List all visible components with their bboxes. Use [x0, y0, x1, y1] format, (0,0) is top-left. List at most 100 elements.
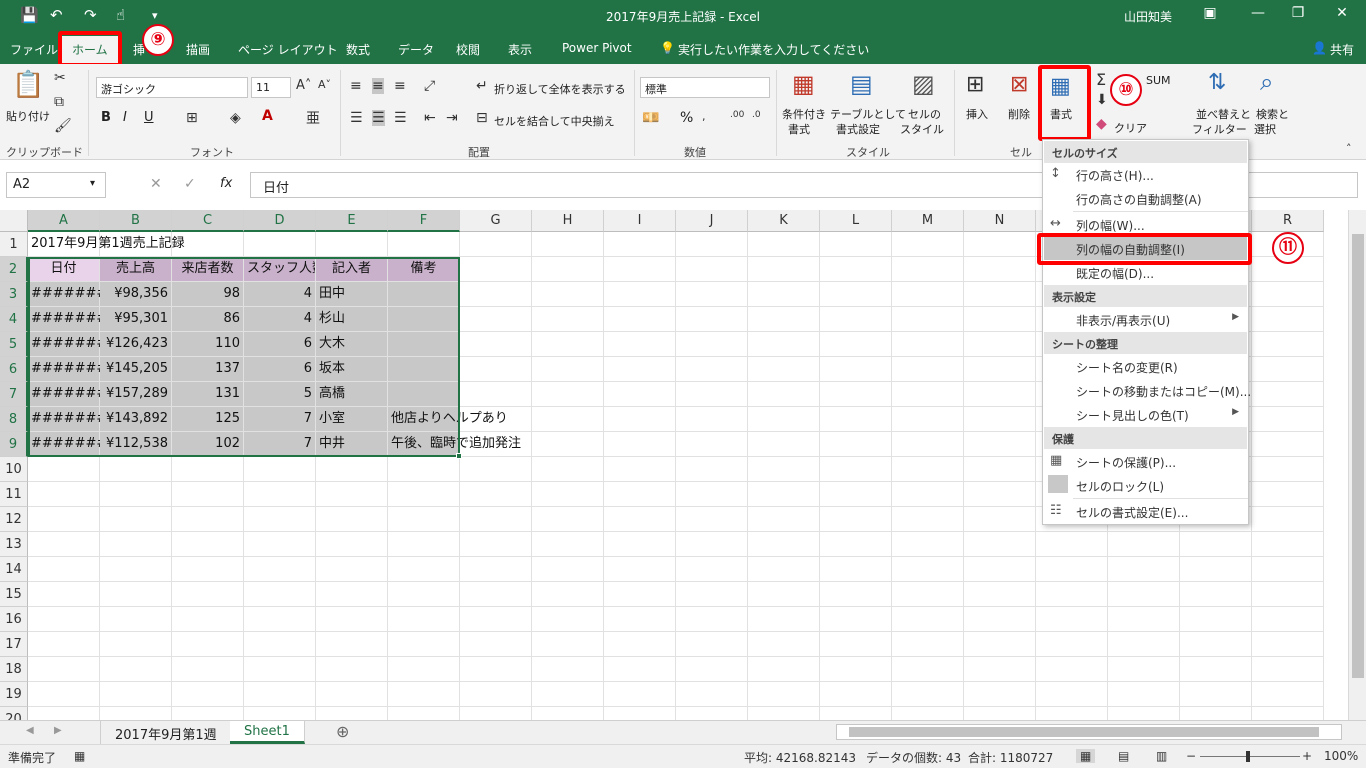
cell[interactable] — [676, 632, 748, 657]
cell[interactable] — [676, 307, 748, 332]
cell[interactable] — [748, 582, 820, 607]
ribbon-display-icon[interactable]: ▣ — [1200, 5, 1220, 21]
paste-icon[interactable]: 📋 — [12, 70, 44, 100]
cell[interactable] — [100, 482, 172, 507]
cell[interactable] — [28, 607, 100, 632]
cell-styles-icon[interactable]: ▨ — [912, 70, 935, 98]
cell[interactable] — [892, 332, 964, 357]
autosum-icon[interactable]: Σ — [1096, 70, 1106, 89]
cell[interactable] — [244, 632, 316, 657]
select-all-button[interactable] — [0, 210, 28, 232]
bold-button[interactable]: B — [101, 110, 111, 125]
cell[interactable] — [964, 332, 1036, 357]
clear-button[interactable]: クリア — [1114, 120, 1147, 136]
cell[interactable] — [1036, 682, 1108, 707]
cell[interactable] — [28, 482, 100, 507]
cell[interactable] — [460, 482, 532, 507]
cell[interactable] — [892, 607, 964, 632]
cell[interactable] — [388, 482, 460, 507]
cell[interactable] — [532, 382, 604, 407]
cell[interactable] — [748, 357, 820, 382]
cell[interactable] — [532, 532, 604, 557]
cell[interactable] — [532, 707, 604, 720]
cell[interactable] — [964, 307, 1036, 332]
cell[interactable] — [1252, 532, 1324, 557]
cell[interactable] — [1252, 582, 1324, 607]
cell[interactable] — [676, 607, 748, 632]
menu-protect-sheet[interactable]: ▦ シートの保護(P)... — [1044, 450, 1247, 473]
cell[interactable] — [1252, 332, 1324, 357]
cell[interactable] — [964, 232, 1036, 257]
copy-icon[interactable]: ⧉ — [54, 94, 64, 110]
cell[interactable] — [676, 657, 748, 682]
delete-button[interactable]: 削除 — [1008, 106, 1030, 122]
cell[interactable] — [748, 557, 820, 582]
cell[interactable] — [28, 557, 100, 582]
cell[interactable] — [892, 707, 964, 720]
cell-styles-line2[interactable]: スタイル — [900, 121, 944, 137]
cell[interactable] — [1108, 707, 1180, 720]
cell[interactable] — [460, 232, 532, 257]
row-header[interactable]: 12 — [0, 507, 28, 532]
macro-record-icon[interactable]: ▦ — [74, 749, 85, 763]
conditional-format-line2[interactable]: 書式 — [788, 121, 810, 137]
selection-range[interactable] — [28, 257, 460, 457]
cell[interactable] — [172, 482, 244, 507]
menu-hide-unhide[interactable]: 非表示/再表示(U) ▶ — [1044, 308, 1247, 331]
cell[interactable] — [604, 432, 676, 457]
cell[interactable] — [604, 357, 676, 382]
cell[interactable] — [244, 507, 316, 532]
cell[interactable] — [676, 407, 748, 432]
cell[interactable] — [604, 382, 676, 407]
collapse-ribbon-icon[interactable]: ˄ — [1346, 142, 1352, 155]
share-icon[interactable]: 👤 — [1312, 41, 1327, 55]
cell[interactable] — [532, 682, 604, 707]
align-middle-icon[interactable]: ≡ — [372, 78, 384, 94]
cell[interactable] — [676, 707, 748, 720]
cell[interactable] — [604, 532, 676, 557]
cell[interactable] — [1252, 507, 1324, 532]
cell[interactable] — [820, 432, 892, 457]
cell[interactable] — [532, 232, 604, 257]
cell[interactable] — [964, 432, 1036, 457]
border-icon[interactable]: ⊞ — [186, 110, 198, 126]
column-header[interactable]: R — [1252, 210, 1324, 232]
cell[interactable] — [1252, 382, 1324, 407]
cell[interactable] — [100, 457, 172, 482]
cell[interactable] — [676, 532, 748, 557]
insert-cells-icon[interactable]: ⊞ — [966, 72, 984, 97]
cell[interactable] — [532, 357, 604, 382]
cell[interactable] — [1036, 557, 1108, 582]
fill-icon[interactable]: ⬇ — [1096, 92, 1108, 108]
row-header[interactable]: 2 — [0, 257, 28, 282]
cell[interactable] — [244, 582, 316, 607]
cell[interactable] — [460, 332, 532, 357]
cell[interactable] — [892, 482, 964, 507]
row-header[interactable]: 19 — [0, 682, 28, 707]
cell[interactable] — [892, 407, 964, 432]
cell[interactable] — [28, 582, 100, 607]
cell[interactable] — [1036, 632, 1108, 657]
sort-filter-icon[interactable]: ⇅ — [1208, 70, 1226, 95]
cell[interactable] — [748, 682, 820, 707]
cell[interactable] — [820, 232, 892, 257]
cell[interactable] — [748, 482, 820, 507]
user-name[interactable]: 山田知美 — [1124, 8, 1172, 25]
cell[interactable] — [388, 557, 460, 582]
row-header[interactable]: 4 — [0, 307, 28, 332]
horizontal-scrollbar[interactable] — [836, 724, 1342, 740]
cell[interactable] — [820, 657, 892, 682]
row-header[interactable]: 16 — [0, 607, 28, 632]
italic-button[interactable]: I — [123, 110, 127, 125]
cell[interactable] — [964, 682, 1036, 707]
cell[interactable] — [1180, 607, 1252, 632]
cut-icon[interactable]: ✂ — [54, 70, 66, 86]
cell[interactable] — [28, 657, 100, 682]
row-header[interactable]: 1 — [0, 232, 28, 257]
cell[interactable] — [1108, 607, 1180, 632]
cell[interactable] — [892, 232, 964, 257]
autosum-button[interactable]: SUM — [1146, 74, 1171, 87]
tab-review[interactable]: 校閲 — [456, 41, 480, 58]
cell[interactable] — [244, 232, 316, 257]
cell[interactable] — [532, 582, 604, 607]
